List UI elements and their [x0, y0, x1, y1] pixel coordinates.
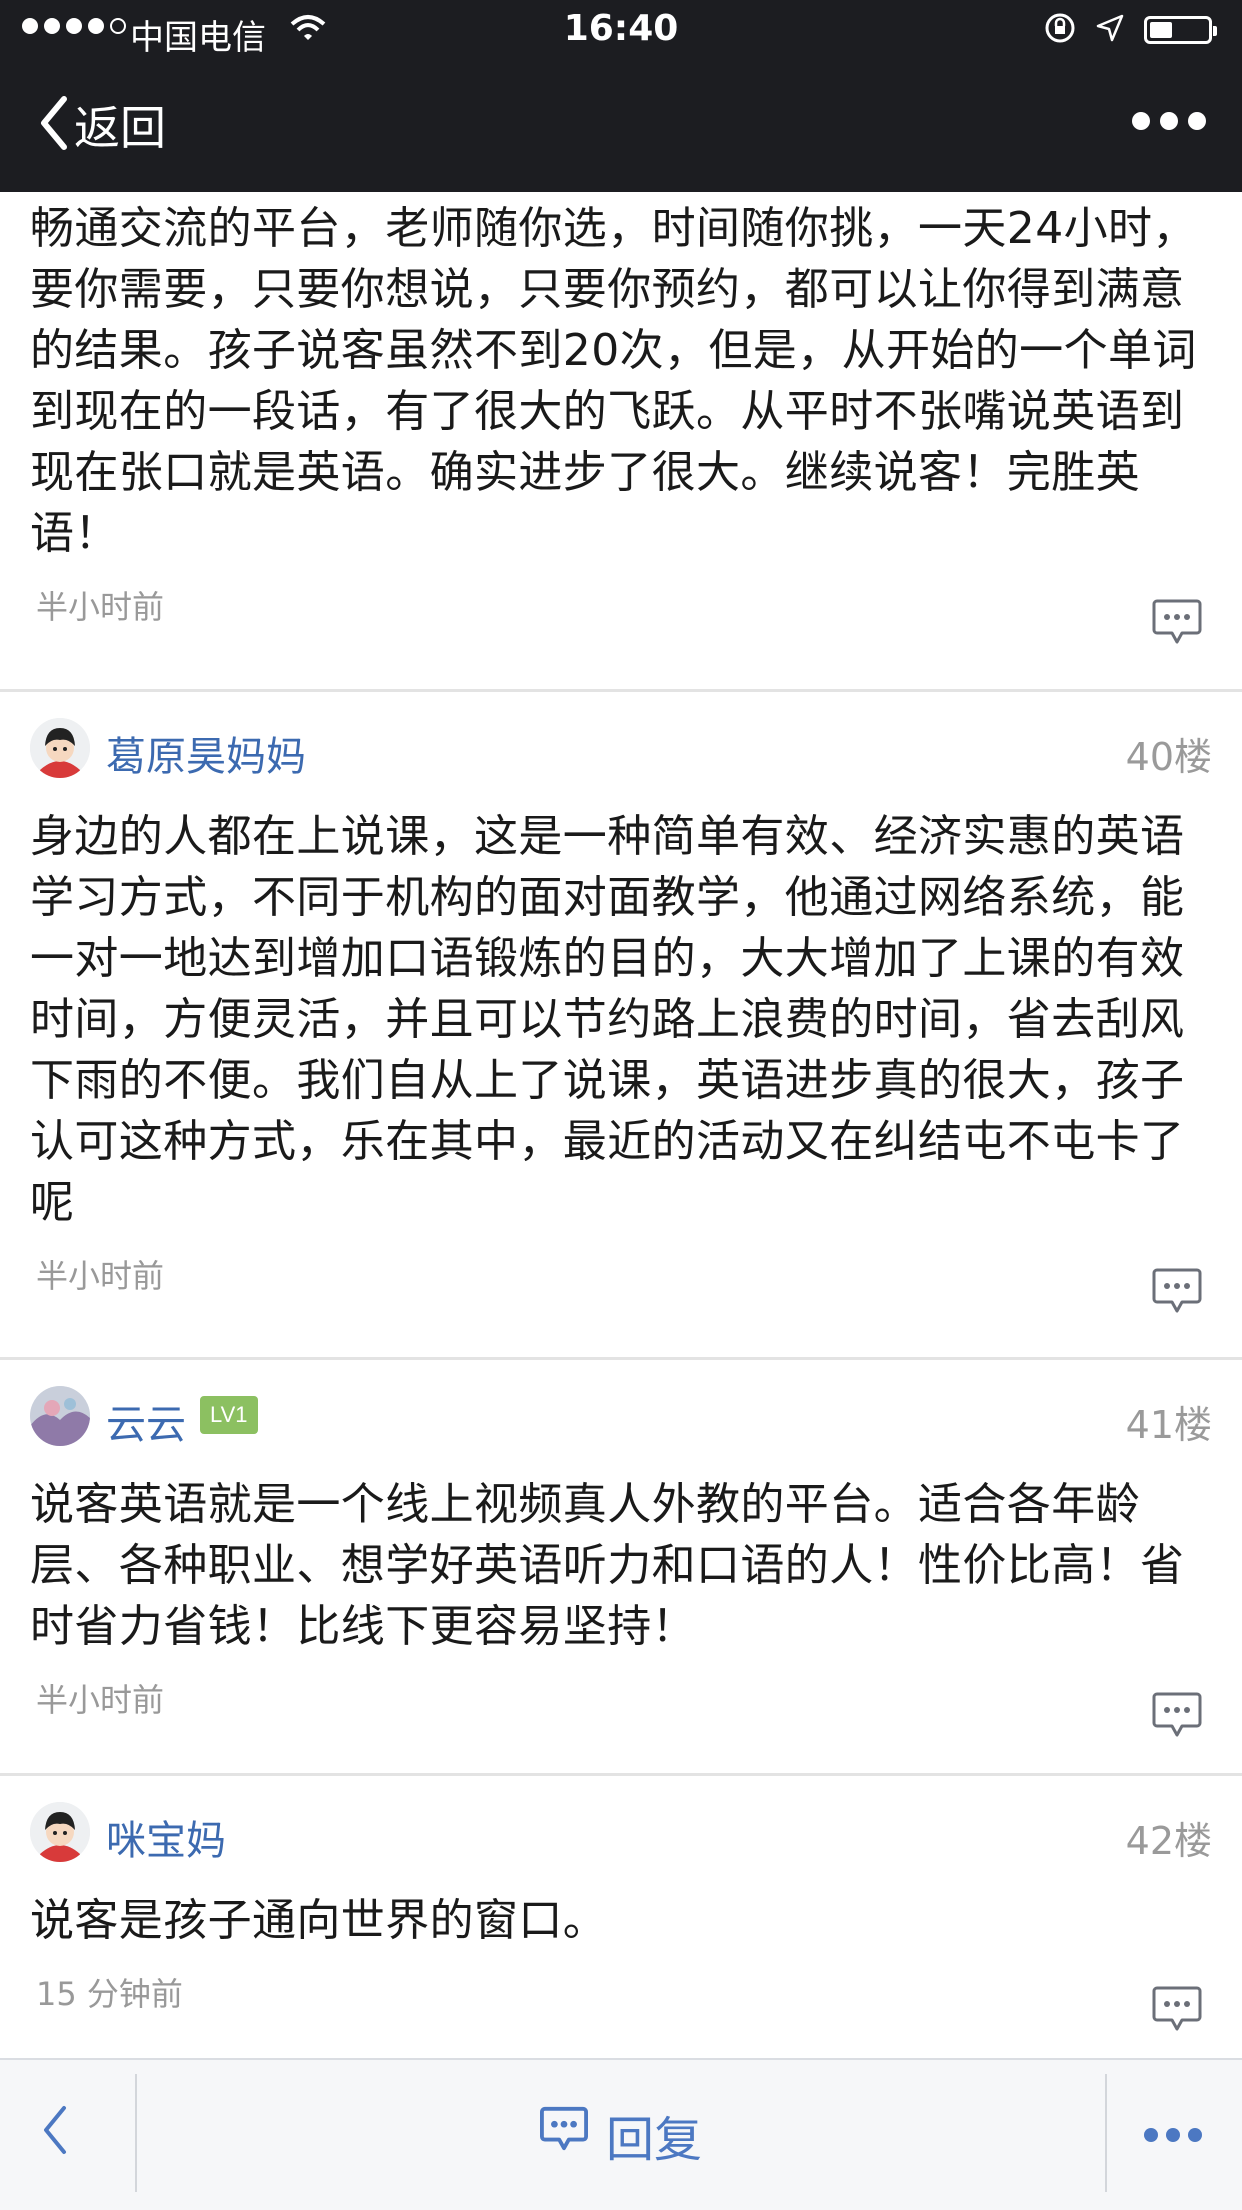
comment-reply-icon[interactable] [1152, 1985, 1202, 2037]
avatar[interactable] [30, 718, 90, 778]
avatar[interactable] [30, 1802, 90, 1862]
floor-number: 42楼 [1125, 1819, 1212, 1863]
back-label: 返回 [74, 101, 166, 155]
more-options-button[interactable] [1132, 112, 1206, 130]
comment-item: 云云 LV1 41楼 说客英语就是一个线上视频真人外教的平台。适合各年龄层、各种… [0, 1386, 1242, 1776]
status-bar: 中国电信 16:40 [0, 0, 1242, 62]
comment-username[interactable]: 咪宝妈 [106, 1808, 226, 1866]
avatar[interactable] [30, 1386, 90, 1446]
comment-username[interactable]: 云云 [106, 1392, 186, 1450]
comment-reply-icon[interactable] [1152, 1267, 1202, 1319]
comment-item: 畅通交流的平台，老师随你选，时间随你挑，一天24小时，要你需要，只要你想说，只要… [0, 192, 1242, 692]
comment-icon [539, 2105, 588, 2165]
comment-item: 葛原昊妈妈 40楼 身边的人都在上说课，这是一种简单有效、经济实惠的英语学习方式… [0, 718, 1242, 1360]
nav-bar: 返回 [0, 62, 1242, 192]
comment-text: 说客是孩子通向世界的窗口。 [30, 1895, 608, 1946]
battery-icon [1144, 16, 1217, 44]
toolbar-divider [1105, 2074, 1107, 2192]
location-icon [1096, 14, 1124, 46]
comment-text: 身边的人都在上说课，这是一种简单有效、经济实惠的英语学习方式，不同于机构的面对面… [30, 811, 1185, 1228]
reply-button[interactable]: 回复 [0, 2100, 1242, 2170]
comment-time: 半小时前 [36, 1257, 165, 1295]
floor-number: 40楼 [1125, 735, 1212, 779]
comment-time: 半小时前 [36, 588, 165, 626]
comment-item: 咪宝妈 42楼 说客是孩子通向世界的窗口。 15 分钟前 [0, 1802, 1242, 2064]
reply-label: 回复 [605, 2112, 702, 2168]
comment-username[interactable]: 葛原昊妈妈 [106, 724, 306, 782]
comment-list: 畅通交流的平台，老师随你选，时间随你挑，一天24小时，要你需要，只要你想说，只要… [0, 192, 1242, 2064]
comment-reply-icon[interactable] [1152, 598, 1202, 650]
bottom-toolbar: 回复 [0, 2058, 1242, 2210]
comment-text: 畅通交流的平台，老师随你选，时间随你挑，一天24小时，要你需要，只要你想说，只要… [30, 203, 1197, 559]
comment-text: 说客英语就是一个线上视频真人外教的平台。适合各年龄层、各种职业、想学好英语听力和… [30, 1479, 1185, 1652]
level-badge: LV1 [200, 1396, 258, 1434]
chevron-left-icon [38, 95, 68, 155]
toolbar-more-button[interactable] [1144, 2128, 1202, 2142]
back-button[interactable]: 返回 [38, 92, 166, 158]
rotation-lock-icon [1044, 12, 1076, 48]
comment-reply-icon[interactable] [1152, 1691, 1202, 1743]
floor-number: 41楼 [1125, 1403, 1212, 1447]
comment-time: 15 分钟前 [36, 1975, 183, 2013]
comment-time: 半小时前 [36, 1681, 165, 1719]
